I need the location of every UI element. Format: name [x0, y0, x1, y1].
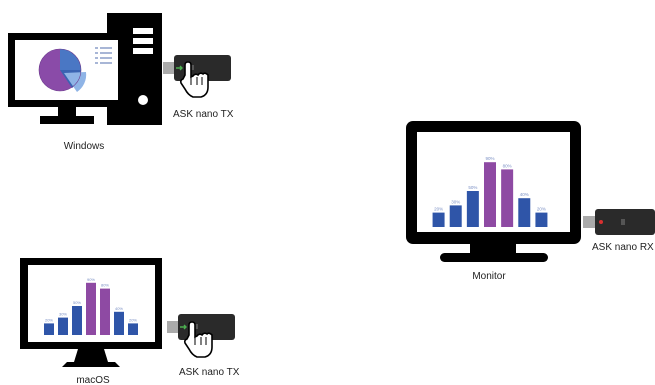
tx-windows-label: ASK nano TX: [173, 109, 234, 120]
chart-value-label: 90%: [87, 277, 95, 282]
hdmi-wireless-diagram: Windows ASK nano TX 20%30%50%90%80%40%20…: [8, 13, 655, 385]
chart-value-label: 30%: [451, 199, 460, 204]
windows-pc: Windows: [8, 13, 162, 152]
chart-bar: [100, 288, 110, 335]
chart-value-label: 40%: [115, 306, 123, 311]
chart-value-label: 20%: [537, 207, 546, 212]
chart-bar: [449, 205, 462, 227]
chart-value-label: 80%: [503, 163, 512, 168]
chart-bar: [501, 169, 514, 227]
rx-led-icon: [599, 220, 603, 224]
chart-bar: [128, 323, 138, 335]
chart-value-label: 80%: [101, 283, 109, 288]
chart-bar: [114, 311, 124, 335]
chart-value-label: 20%: [45, 317, 53, 322]
chart-value-label: 30%: [59, 312, 67, 317]
windows-label: Windows: [64, 141, 105, 152]
chart-value-label: 40%: [520, 192, 529, 197]
monitor-label: Monitor: [472, 271, 506, 282]
chart-bar: [72, 306, 82, 335]
chart-value-label: 50%: [468, 185, 477, 190]
chart-bar: [535, 212, 548, 227]
chart-bar: [44, 323, 54, 335]
chart-bar: [466, 191, 479, 227]
chart-bar: [484, 162, 496, 227]
chart-value-label: 20%: [129, 317, 137, 322]
macos-label: macOS: [76, 375, 110, 385]
display-monitor: 20% 30% 50% 90% 80% 40% 20%: [406, 121, 581, 262]
chart-value-label: 20%: [434, 207, 443, 212]
usb-plug: [167, 321, 178, 333]
usb-plug: [583, 216, 595, 228]
chart-bar: [432, 212, 445, 227]
mac-monitor: 20% 30% 50% 90% 80% 40% 20%: [20, 258, 162, 367]
chart-value-label: 50%: [73, 300, 81, 305]
rx-label: ASK nano RX: [592, 242, 654, 253]
chart-value-label: 90%: [485, 156, 494, 161]
chart-bar: [58, 317, 68, 335]
chart-bar: [518, 198, 531, 227]
usb-plug: [163, 62, 174, 74]
chart-bar: [86, 282, 96, 335]
tx-macos-label: ASK nano TX: [179, 367, 240, 378]
rx-dongle: [583, 209, 655, 235]
